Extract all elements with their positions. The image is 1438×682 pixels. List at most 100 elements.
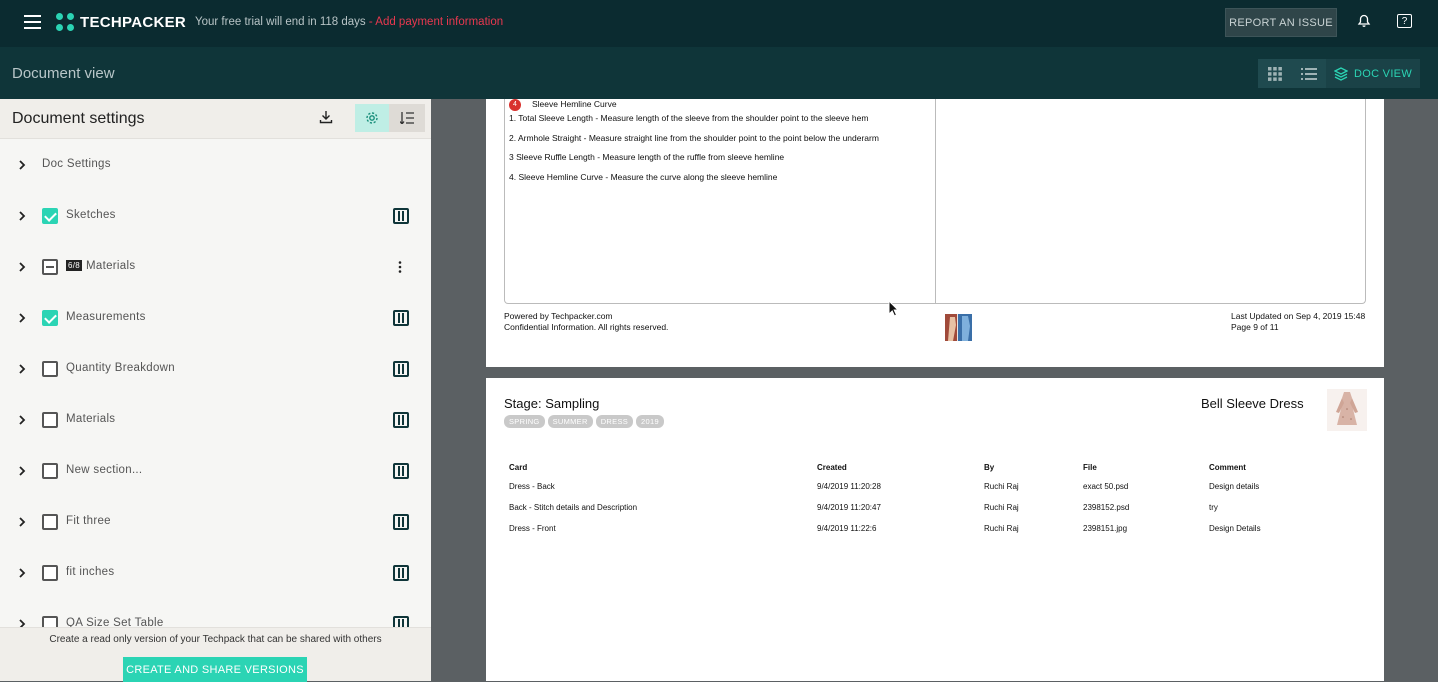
tag: DRESS xyxy=(595,415,634,428)
section-label-text: Materials xyxy=(66,412,116,425)
create-share-versions-button[interactable]: CREATE AND SHARE VERSIONS xyxy=(123,657,307,682)
table-cell: Design details xyxy=(1209,482,1260,491)
measurement-note: 3 Sleeve Ruffle Length - Measure length … xyxy=(509,152,785,162)
trial-notice: Your free trial will end in 118 days - A… xyxy=(195,16,503,28)
list-view-icon[interactable] xyxy=(1292,59,1326,88)
section-label: QA Size Set Table xyxy=(66,617,164,628)
chevron-right-icon[interactable] xyxy=(16,414,28,426)
chevron-right-icon[interactable] xyxy=(16,465,28,477)
section-row[interactable]: Measurements xyxy=(0,292,431,343)
techpacker-logo[interactable]: TECHPACKER xyxy=(56,13,186,31)
section-checkbox[interactable] xyxy=(42,207,58,224)
marker-title: Sleeve Hemline Curve xyxy=(532,99,617,109)
chevron-right-icon[interactable] xyxy=(16,618,28,628)
section-row[interactable]: Fit three xyxy=(0,496,431,547)
columns-layout-icon[interactable] xyxy=(393,615,409,627)
columns-layout-icon[interactable] xyxy=(393,411,409,428)
page-number-text: Page 9 of 11 xyxy=(1231,322,1279,332)
table-cell: 9/4/2019 11:20:47 xyxy=(817,503,881,512)
page-header-bar: Document view xyxy=(0,47,1438,99)
doc-view-button[interactable]: DOC VIEW xyxy=(1326,59,1420,88)
product-name: Bell Sleeve Dress xyxy=(1201,396,1304,411)
download-icon[interactable] xyxy=(319,110,335,126)
section-label-text: Measurements xyxy=(66,310,146,323)
section-checkbox[interactable] xyxy=(42,564,58,581)
measurement-note: 4. Sleeve Hemline Curve - Measure the cu… xyxy=(509,172,778,182)
section-row[interactable]: New section... xyxy=(0,445,431,496)
reorder-list-icon[interactable] xyxy=(389,104,425,132)
chevron-right-icon[interactable] xyxy=(16,261,28,273)
table-cell: Back - Stitch details and Description xyxy=(509,503,638,512)
hamburger-menu-icon[interactable] xyxy=(24,15,41,29)
column-header: Created xyxy=(817,463,847,472)
confidential-text: Confidential Information. All rights res… xyxy=(504,322,669,332)
table-row: Dress - Back 9/4/2019 11:20:28 Ruchi Raj… xyxy=(504,482,1366,503)
table-row: Dress - Front 9/4/2019 11:22:6 Ruchi Raj… xyxy=(504,524,1366,545)
powered-by-text: Powered by Techpacker.com xyxy=(504,311,613,321)
more-options-icon[interactable] xyxy=(398,260,402,273)
bell-icon[interactable] xyxy=(1356,14,1372,30)
column-divider xyxy=(935,99,936,304)
table-cell: Dress - Back xyxy=(509,482,555,491)
section-row[interactable]: Quantity Breakdown xyxy=(0,343,431,394)
help-icon[interactable]: ? xyxy=(1397,14,1412,28)
section-checkbox[interactable] xyxy=(42,258,58,275)
chevron-right-icon[interactable] xyxy=(16,312,28,324)
section-row[interactable]: Materials xyxy=(0,394,431,445)
section-row[interactable]: QA Size Set Table xyxy=(0,598,431,627)
section-label: 6/8 Materials xyxy=(66,259,136,272)
top-navigation-bar: TECHPACKER Your free trial will end in 1… xyxy=(0,0,1438,47)
measurement-notes-box: 4 Sleeve Hemline Curve 1. Total Sleeve L… xyxy=(504,99,1366,304)
section-checkbox[interactable] xyxy=(42,360,58,377)
section-label-text: fit inches xyxy=(66,565,115,578)
table-cell: 9/4/2019 11:22:6 xyxy=(817,524,877,533)
columns-layout-icon[interactable] xyxy=(393,207,409,224)
section-row[interactable]: 6/8 Materials xyxy=(0,241,431,292)
section-label-text: Fit three xyxy=(66,514,111,527)
table-cell: Ruchi Raj xyxy=(984,503,1019,512)
table-cell: Dress - Front xyxy=(509,524,556,533)
section-row[interactable]: Doc Settings xyxy=(0,139,431,190)
section-row[interactable]: fit inches xyxy=(0,547,431,598)
grid-view-icon[interactable] xyxy=(1258,59,1292,88)
section-checkbox[interactable] xyxy=(42,513,58,530)
chevron-right-icon[interactable] xyxy=(16,567,28,579)
add-payment-link[interactable]: - Add payment information xyxy=(366,16,503,28)
section-checkbox[interactable] xyxy=(42,309,58,326)
section-checkbox[interactable] xyxy=(42,462,58,479)
section-label-text: Materials xyxy=(86,259,136,272)
cards-table: Card Created By File Comment Dress - Bac… xyxy=(504,463,1366,545)
stage-title: Stage: Sampling xyxy=(504,396,600,411)
table-cell: 2398152.psd xyxy=(1083,503,1130,512)
chevron-right-icon[interactable] xyxy=(16,363,28,375)
columns-layout-icon[interactable] xyxy=(393,309,409,326)
chevron-right-icon[interactable] xyxy=(16,159,28,171)
section-checkbox[interactable] xyxy=(42,411,58,428)
product-dress-image xyxy=(1327,389,1367,431)
columns-layout-icon[interactable] xyxy=(393,360,409,377)
sidebar-header: Document settings xyxy=(0,99,431,139)
section-checkbox[interactable] xyxy=(42,615,58,627)
column-header: Card xyxy=(509,463,528,472)
table-cell: 2398151.jpg xyxy=(1083,524,1128,533)
doc-view-label: DOC VIEW xyxy=(1353,67,1412,80)
section-row[interactable]: Sketches xyxy=(0,190,431,241)
table-cell: try xyxy=(1209,503,1218,512)
settings-gear-icon[interactable] xyxy=(355,104,389,132)
chevron-right-icon[interactable] xyxy=(16,516,28,528)
section-label: Measurements xyxy=(66,311,146,323)
logo-mark-icon xyxy=(56,13,74,31)
mouse-cursor-icon xyxy=(888,300,900,317)
product-thumbnail-image xyxy=(945,314,972,341)
columns-layout-icon[interactable] xyxy=(393,462,409,479)
chevron-right-icon[interactable] xyxy=(16,210,28,222)
columns-layout-icon[interactable] xyxy=(393,564,409,581)
table-cell: Ruchi Raj xyxy=(984,524,1019,533)
section-label: Fit three xyxy=(66,515,111,527)
columns-layout-icon[interactable] xyxy=(393,513,409,530)
brand-name: TECHPACKER xyxy=(80,13,187,31)
section-label: Materials xyxy=(66,413,115,425)
report-issue-button[interactable]: REPORT AN ISSUE xyxy=(1225,8,1337,37)
table-header-row: Card Created By File Comment xyxy=(504,463,1366,482)
document-page-sampling: Stage: Sampling SPRING SUMMER DRESS 2019… xyxy=(486,378,1384,681)
